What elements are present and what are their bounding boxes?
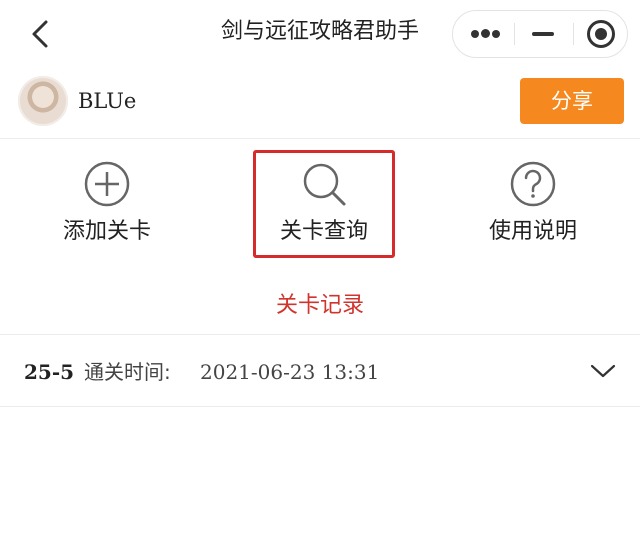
minimize-icon (532, 32, 554, 36)
highlight-frame (253, 150, 395, 258)
chevron-down-icon[interactable] (590, 362, 616, 380)
title-bar: 剑与远征攻略君助手 (0, 0, 640, 66)
avatar[interactable] (18, 76, 68, 126)
record-time: 2021-06-23 13:31 (200, 360, 380, 384)
user-bar: BLUe 分享 (0, 70, 640, 136)
close-button[interactable] (574, 11, 632, 57)
divider (0, 334, 640, 335)
mini-program-capsule (452, 10, 628, 58)
record-level: 25-5 (24, 360, 75, 384)
more-button[interactable] (455, 11, 513, 57)
help-circle-icon (510, 161, 556, 207)
records-title: 关卡记录 (275, 293, 364, 318)
add-level-label: 添加关卡 (62, 219, 151, 244)
divider (0, 138, 640, 139)
minimize-button[interactable] (515, 11, 573, 57)
record-row[interactable]: 25-5 通关时间: 2021-06-23 13:31 (0, 336, 640, 406)
username: BLUe (78, 89, 137, 113)
record-time-label: 通关时间: (84, 360, 171, 384)
add-level-button[interactable]: 添加关卡 (32, 160, 182, 250)
share-button[interactable]: 分享 (520, 78, 624, 124)
divider (0, 406, 640, 407)
plus-circle-icon (84, 161, 130, 207)
instructions-button[interactable]: 使用说明 (458, 160, 608, 250)
instructions-label: 使用说明 (488, 219, 577, 244)
